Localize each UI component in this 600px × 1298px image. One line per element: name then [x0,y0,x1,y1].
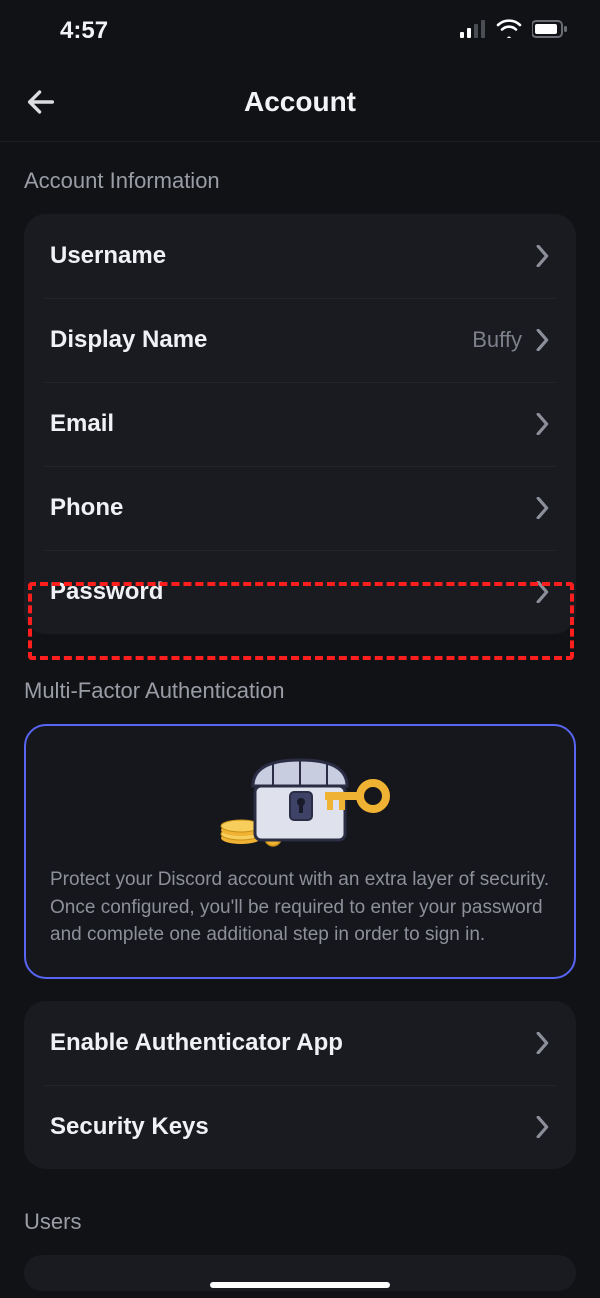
header: Account [0,62,600,142]
chevron-right-icon [536,1032,550,1054]
row-username[interactable]: Username [24,214,576,298]
mfa-description: Protect your Discord account with an ext… [50,866,550,949]
status-indicators [460,17,568,45]
section-label-users: Users [0,1169,600,1247]
section-label-account-info: Account Information [0,142,600,206]
status-time: 4:57 [60,17,108,45]
home-indicator[interactable] [210,1282,390,1288]
back-button[interactable] [24,85,58,119]
row-label: Display Name [50,326,207,354]
row-label: Username [50,242,166,270]
row-security-keys[interactable]: Security Keys [24,1085,576,1169]
content: Account Information Username Display Nam… [0,142,600,1291]
row-value: Buffy [472,327,522,353]
row-phone[interactable]: Phone [24,466,576,550]
treasure-chest-icon [50,752,550,848]
row-display-name[interactable]: Display Name Buffy [24,298,576,382]
row-enable-authenticator[interactable]: Enable Authenticator App [24,1001,576,1085]
chevron-right-icon [536,497,550,519]
page-title: Account [244,86,356,118]
row-label: Security Keys [50,1113,209,1141]
row-label: Email [50,410,114,438]
row-label: Password [50,578,163,606]
account-info-card: Username Display Name Buffy Email [24,214,576,634]
row-email[interactable]: Email [24,382,576,466]
chevron-right-icon [536,581,550,603]
chevron-right-icon [536,413,550,435]
battery-icon [532,17,568,45]
mfa-info-card: Protect your Discord account with an ext… [24,724,576,979]
row-password[interactable]: Password [24,550,576,634]
wifi-icon [496,17,522,45]
section-label-mfa: Multi-Factor Authentication [0,634,600,716]
status-bar: 4:57 [0,0,600,62]
arrow-left-icon [24,85,58,119]
mfa-actions-card: Enable Authenticator App Security Keys [24,1001,576,1169]
chevron-right-icon [536,1116,550,1138]
chevron-right-icon [536,245,550,267]
cellular-icon [460,17,486,45]
row-label: Enable Authenticator App [50,1029,343,1057]
row-label: Phone [50,494,123,522]
chevron-right-icon [536,329,550,351]
